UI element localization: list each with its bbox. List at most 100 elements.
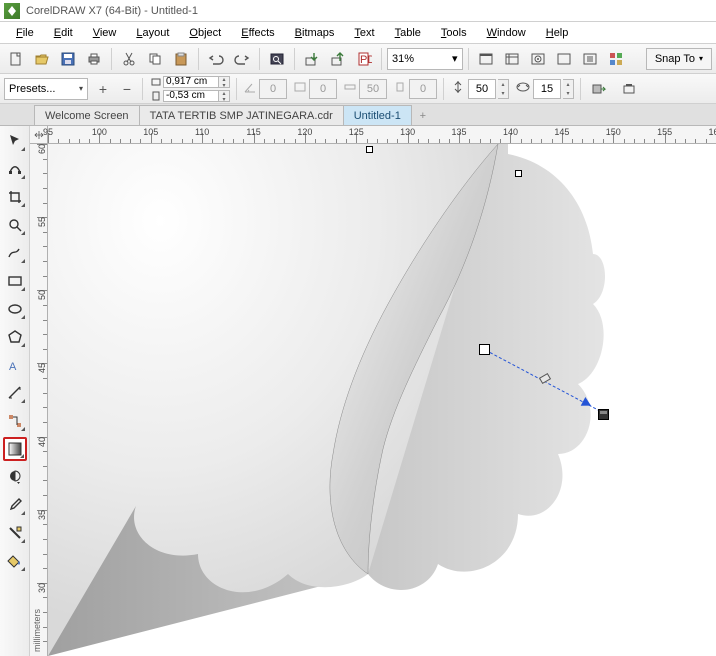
pad-icon [343, 80, 357, 97]
window-title: CorelDRAW X7 (64-Bit) - Untitled-1 [26, 5, 198, 17]
interactive-fill-tool[interactable] [3, 437, 27, 461]
snap-to-combo[interactable]: Snap To ▾ [646, 48, 712, 70]
object-height-input[interactable] [163, 90, 219, 102]
shape-tool[interactable] [3, 157, 27, 181]
pad-input[interactable] [359, 79, 387, 99]
paste-button[interactable] [169, 47, 193, 71]
fullscreen-button[interactable] [474, 47, 498, 71]
polygon-tool[interactable] [3, 325, 27, 349]
menu-text[interactable]: Text [344, 25, 384, 41]
angle-input[interactable] [259, 79, 287, 99]
show-rulers-button[interactable] [500, 47, 524, 71]
add-preset-button[interactable]: + [94, 80, 112, 98]
ruler-h-label: 160 [708, 127, 716, 137]
rectangle-tool[interactable] [3, 269, 27, 293]
app-logo-icon [4, 3, 20, 19]
zoom-level-combo[interactable]: ▾ [387, 48, 463, 70]
ruler-h-label: 125 [349, 127, 364, 137]
fountain-accel2-group: ▴▾ [515, 79, 574, 99]
accel1-spinner[interactable]: ▴▾ [498, 79, 509, 99]
fill-options-button[interactable] [617, 77, 641, 101]
crop-tool[interactable] [3, 185, 27, 209]
fountain-fill-start-handle[interactable] [479, 344, 490, 355]
copy-fill-button[interactable] [587, 77, 611, 101]
fountain-accel2-input[interactable] [533, 79, 561, 99]
selection-handle-right[interactable] [515, 170, 522, 177]
ruler-h-label: 130 [400, 127, 415, 137]
fountain-accel1-input[interactable] [468, 79, 496, 99]
new-button[interactable] [4, 47, 28, 71]
open-button[interactable] [30, 47, 54, 71]
publish-pdf-button[interactable]: PDF [352, 47, 376, 71]
object-width-input[interactable] [163, 76, 219, 88]
menu-edit[interactable]: Edit [44, 25, 83, 41]
skew-input[interactable] [309, 79, 337, 99]
print-button[interactable] [82, 47, 106, 71]
angle-group [243, 79, 287, 99]
fountain-fill-end-handle[interactable] [598, 409, 609, 420]
object-size-group: ▴▾ ▴▾ [149, 75, 230, 102]
ruler-h-label: 140 [503, 127, 518, 137]
menu-view[interactable]: View [83, 25, 127, 41]
import-button[interactable] [300, 47, 324, 71]
fill-tool[interactable] [3, 549, 27, 573]
dimension-tool[interactable] [3, 381, 27, 405]
presets-label: Presets... [9, 83, 77, 95]
remove-preset-button[interactable]: − [118, 80, 136, 98]
document-tab[interactable]: Welcome Screen [34, 105, 140, 125]
skew-icon [293, 80, 307, 97]
menu-table[interactable]: Table [385, 25, 431, 41]
transparency-tool[interactable] [3, 465, 27, 489]
save-button[interactable] [56, 47, 80, 71]
edge-pad-icon [515, 79, 531, 98]
text-tool[interactable]: A [3, 353, 27, 377]
zoom-level-input[interactable] [392, 53, 448, 65]
chevron-down-icon: ▾ [452, 52, 458, 65]
height-spinner[interactable]: ▴▾ [219, 90, 230, 102]
app-launcher-button[interactable] [604, 47, 628, 71]
drawing-canvas[interactable] [48, 144, 716, 656]
menu-object[interactable]: Object [179, 25, 231, 41]
export-button[interactable] [326, 47, 350, 71]
presets-combo[interactable]: Presets... ▾ [4, 78, 88, 100]
menu-window[interactable]: Window [477, 25, 536, 41]
pad2-input[interactable] [409, 79, 437, 99]
cut-button[interactable] [117, 47, 141, 71]
freehand-tool[interactable] [3, 241, 27, 265]
outline-tool[interactable] [3, 521, 27, 545]
width-spinner[interactable]: ▴▾ [219, 76, 230, 88]
menu-help[interactable]: Help [536, 25, 579, 41]
zoom-tool[interactable] [3, 213, 27, 237]
menu-layout[interactable]: Layout [126, 25, 179, 41]
menu-bitmaps[interactable]: Bitmaps [285, 25, 345, 41]
horizontal-ruler[interactable]: 9510010511011512012513013514014515015516… [48, 126, 716, 144]
height-icon [149, 90, 163, 102]
chevron-down-icon: ▾ [79, 84, 83, 93]
toolbox: A [0, 126, 30, 656]
ruler-v-label: 50 [37, 290, 47, 300]
options-button[interactable] [578, 47, 602, 71]
vertical-ruler[interactable]: millimeters 6055504540353025 [30, 144, 48, 656]
document-tab[interactable]: TATA TERTIB SMP JATINEGARA.cdr [139, 105, 344, 125]
skew-group [293, 79, 337, 99]
menu-effects[interactable]: Effects [231, 25, 284, 41]
menubar: FileEditViewLayoutObjectEffectsBitmapsTe… [0, 22, 716, 44]
new-document-tab-button[interactable]: + [414, 107, 432, 125]
show-grid-button[interactable] [526, 47, 550, 71]
document-tab[interactable]: Untitled-1 [343, 105, 412, 125]
search-button[interactable] [265, 47, 289, 71]
ruler-v-label: 30 [37, 583, 47, 593]
ellipse-tool[interactable] [3, 297, 27, 321]
redo-button[interactable] [230, 47, 254, 71]
pick-tool[interactable] [3, 129, 27, 153]
selection-handle-top[interactable] [366, 146, 373, 153]
menu-file[interactable]: File [6, 25, 44, 41]
copy-button[interactable] [143, 47, 167, 71]
show-guidelines-button[interactable] [552, 47, 576, 71]
pad2-icon [393, 80, 407, 97]
menu-tools[interactable]: Tools [431, 25, 477, 41]
undo-button[interactable] [204, 47, 228, 71]
connector-tool[interactable] [3, 409, 27, 433]
eyedropper-tool[interactable] [3, 493, 27, 517]
accel2-spinner[interactable]: ▴▾ [563, 79, 574, 99]
